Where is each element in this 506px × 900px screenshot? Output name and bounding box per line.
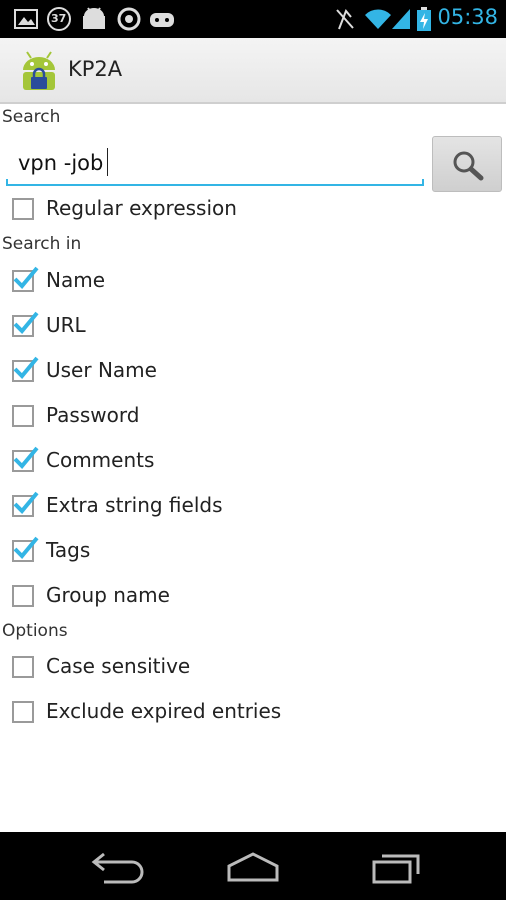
checkmark-icon <box>13 311 39 334</box>
checkbox[interactable] <box>12 585 34 607</box>
search-query-text: vpn -job <box>18 151 104 175</box>
checkbox[interactable] <box>12 656 34 678</box>
wifi-icon <box>365 9 391 29</box>
search-in-url-row[interactable]: URL <box>0 307 506 347</box>
back-icon[interactable] <box>84 846 144 886</box>
search-in-extra-fields-row[interactable]: Extra string fields <box>0 487 506 527</box>
search-in-tags-row[interactable]: Tags <box>0 532 506 572</box>
checkbox-label: Password <box>46 403 140 427</box>
search-input-underline <box>6 179 424 186</box>
checkmark-icon <box>13 266 39 289</box>
battery-charging-icon <box>417 7 431 31</box>
action-bar: KP2A <box>0 38 506 104</box>
signal-icon <box>392 9 410 29</box>
gamepad-icon <box>150 13 174 27</box>
checkbox-label: Comments <box>46 448 155 472</box>
checkmark-icon <box>13 536 39 559</box>
search-in-group-name-row[interactable]: Group name <box>0 577 506 617</box>
checkbox-label: Extra string fields <box>46 493 223 517</box>
checkmark-icon <box>13 356 39 379</box>
checkbox-label: User Name <box>46 358 157 382</box>
checkbox[interactable] <box>12 405 34 427</box>
checkmark-icon <box>13 491 39 514</box>
option-case-sensitive-row[interactable]: Case sensitive <box>0 648 506 688</box>
checkbox-label: Group name <box>46 583 170 607</box>
android-robot-icon <box>83 7 105 29</box>
checkbox[interactable] <box>12 701 34 723</box>
search-section-label: Search <box>2 107 61 127</box>
option-exclude-expired-row[interactable]: Exclude expired entries <box>0 693 506 733</box>
recent-apps-icon[interactable] <box>366 846 426 886</box>
checkbox-label: Name <box>46 268 106 292</box>
magnifier-icon <box>453 151 484 181</box>
search-button[interactable] <box>432 136 502 192</box>
text-caret <box>107 148 109 176</box>
image-icon <box>14 9 38 29</box>
options-section-label: Options <box>2 621 68 641</box>
checkbox[interactable] <box>12 198 34 220</box>
search-in-section-label: Search in <box>2 234 82 254</box>
navigation-bar <box>0 832 506 900</box>
clock: 05:38 <box>437 5 498 29</box>
checkmark-icon <box>13 446 39 469</box>
search-in-username-row[interactable]: User Name <box>0 352 506 392</box>
search-in-name-row[interactable]: Name <box>0 262 506 302</box>
app-title: KP2A <box>68 57 123 81</box>
kp2a-app-icon[interactable] <box>18 50 60 92</box>
search-in-password-row[interactable]: Password <box>0 397 506 437</box>
search-form: Search vpn -job Regular expression Searc… <box>0 104 506 832</box>
checkbox-label: Regular expression <box>46 196 237 220</box>
home-icon[interactable] <box>223 846 283 886</box>
search-input[interactable]: vpn -job <box>6 142 424 186</box>
regex-checkbox-row[interactable]: Regular expression <box>0 190 506 230</box>
search-in-comments-row[interactable]: Comments <box>0 442 506 482</box>
checkbox-label: Case sensitive <box>46 654 191 678</box>
notification-badge: 37 <box>51 12 67 25</box>
checkbox-label: URL <box>46 313 86 337</box>
keepass-icon <box>117 7 141 31</box>
checkbox-label: Tags <box>46 538 91 562</box>
no-sim-icon <box>336 9 354 30</box>
status-bar: 37 05:38 <box>0 0 506 38</box>
checkbox-label: Exclude expired entries <box>46 699 282 723</box>
